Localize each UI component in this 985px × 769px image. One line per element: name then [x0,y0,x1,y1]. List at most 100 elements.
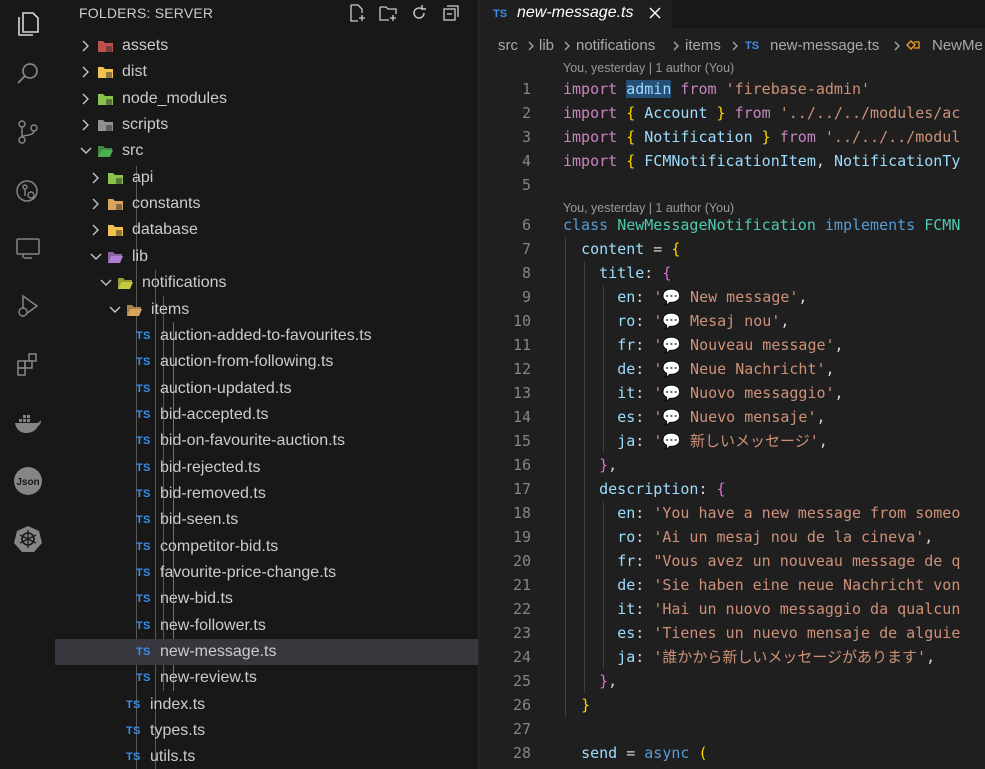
tree-item-label: lib [132,247,149,265]
tree-file-index-ts[interactable]: TS index.ts [55,692,478,718]
tree-file-new-message-ts[interactable]: TS new-message.ts [55,639,478,666]
breadcrumb-item[interactable]: items [685,37,721,54]
tree-file-bid-removed-ts[interactable]: TS bid-removed.ts [55,481,478,507]
line-number: 7 [521,240,531,258]
code-token: : [635,432,654,450]
typescript-file-icon: TS [126,698,141,711]
typescript-file-icon: TS [136,356,151,369]
kubernetes-icon[interactable] [0,515,55,563]
folder-icon [98,67,113,79]
breadcrumb-item[interactable]: src [498,37,518,54]
tree-file-utils-ts[interactable]: TS utils.ts [55,744,478,769]
tree-file-new-review-ts[interactable]: TS new-review.ts [55,665,478,691]
chevron-right-icon [92,198,99,210]
code-token: { [626,128,645,146]
explorer-sidebar: FOLDERS: SERVER assets dist node_modules sc… [55,0,479,769]
line-number: 27 [512,720,531,738]
tree-file-auction-added-to-favourites-ts[interactable]: TS auction-added-to-favourites.ts [55,323,478,349]
tree-folder-api[interactable]: api [55,165,478,191]
code-line: 9 en: '💬 New message', [479,285,985,309]
close-icon[interactable] [647,5,663,21]
chevron-down-icon [109,306,121,313]
tree-folder-items[interactable]: items [55,297,478,323]
new-file-icon[interactable] [346,2,368,24]
tree-folder-assets[interactable]: assets [55,33,478,59]
code-text: send = async ( [563,744,708,762]
run-debug-icon[interactable] [0,282,55,330]
tree-folder-dist[interactable]: dist [55,59,478,85]
tree-folder-constants[interactable]: constants [55,191,478,217]
code-line: 4 import { FCMNotificationItem, Notificat… [479,149,985,173]
tree-file-types-ts[interactable]: TS types.ts [55,718,478,744]
tree-folder-src[interactable]: src [55,138,478,164]
collapse-all-icon[interactable] [440,2,462,24]
line-number: 5 [521,176,531,194]
chevron-down-icon [80,147,92,155]
search-icon[interactable] [0,50,55,98]
code-token: Notification [644,128,753,146]
breadcrumb-item[interactable]: new-message.ts [770,37,879,54]
tree-file-bid-seen-ts[interactable]: TS bid-seen.ts [55,507,478,533]
code-line: 19 ro: 'Ai un mesaj nou de la cineva', [479,525,985,549]
explorer-title: FOLDERS: SERVER [79,5,214,21]
codelens-blame[interactable]: You, yesterday | 1 author (You) [563,61,734,75]
line-number: 28 [512,744,531,762]
code-token: ja [617,648,636,666]
tree-file-bid-rejected-ts[interactable]: TS bid-rejected.ts [55,455,478,481]
tree-folder-node-modules[interactable]: node_modules [55,86,478,112]
typescript-file-icon: TS [136,593,151,606]
tree-folder-lib[interactable]: lib [55,244,478,270]
code-line: 7 content = { [479,237,985,261]
code-token: '../../../modul [824,128,961,146]
extensions-icon[interactable] [0,340,55,388]
line-number: 15 [512,432,531,450]
tree-folder-notifications[interactable]: notifications [55,270,478,296]
tree-item-label: bid-rejected.ts [160,458,261,476]
breadcrumb-item[interactable]: notifications [576,37,655,54]
code-token: } [599,672,609,690]
tab-bar: TS new-message.ts [479,0,985,29]
tab-new-message[interactable]: TS new-message.ts [479,0,672,29]
code-token: fr [617,552,636,570]
code-token: es [617,408,636,426]
svg-text:Json: Json [16,477,39,488]
tree-file-bid-accepted-ts[interactable]: TS bid-accepted.ts [55,402,478,428]
typescript-file-icon: TS [493,8,508,20]
typescript-file-icon: TS [136,382,151,395]
breadcrumb-item[interactable]: lib [539,37,554,54]
git-graph-icon[interactable] [0,167,55,215]
code-token: , [608,672,618,690]
new-folder-icon[interactable] [377,2,399,24]
typescript-file-icon: TS [745,40,760,52]
source-control-icon[interactable] [0,108,55,156]
code-token: from [770,128,825,146]
tree-file-new-bid-ts[interactable]: TS new-bid.ts [55,586,478,612]
tree-file-auction-from-following-ts[interactable]: TS auction-from-following.ts [55,349,478,375]
tree-file-favourite-price-change-ts[interactable]: TS favourite-price-change.ts [55,560,478,586]
tree-file-competitor-bid-ts[interactable]: TS competitor-bid.ts [55,534,478,560]
code-token: } [599,456,609,474]
explorer-icon[interactable] [0,0,55,48]
tree-file-new-follower-ts[interactable]: TS new-follower.ts [55,613,478,639]
tree-folder-database[interactable]: database [55,217,478,243]
indent-guide [603,285,604,453]
chevron-right-icon [528,41,534,51]
line-number: 24 [512,648,531,666]
refresh-icon[interactable] [408,2,430,24]
line-number: 14 [512,408,531,426]
typescript-file-icon: TS [136,461,151,474]
chevron-right-icon [82,119,89,131]
tree-file-bid-on-favourite-auction-ts[interactable]: TS bid-on-favourite-auction.ts [55,428,478,454]
code-token: ( [698,744,708,762]
breadcrumb-item[interactable]: NewMe [932,37,983,54]
tree-file-auction-updated-ts[interactable]: TS auction-updated.ts [55,376,478,402]
docker-icon[interactable] [0,399,55,447]
json-icon[interactable]: Json [0,457,55,505]
line-number: 8 [521,264,531,282]
tree-folder-scripts[interactable]: scripts [55,112,478,138]
remote-explorer-icon[interactable] [0,224,55,272]
